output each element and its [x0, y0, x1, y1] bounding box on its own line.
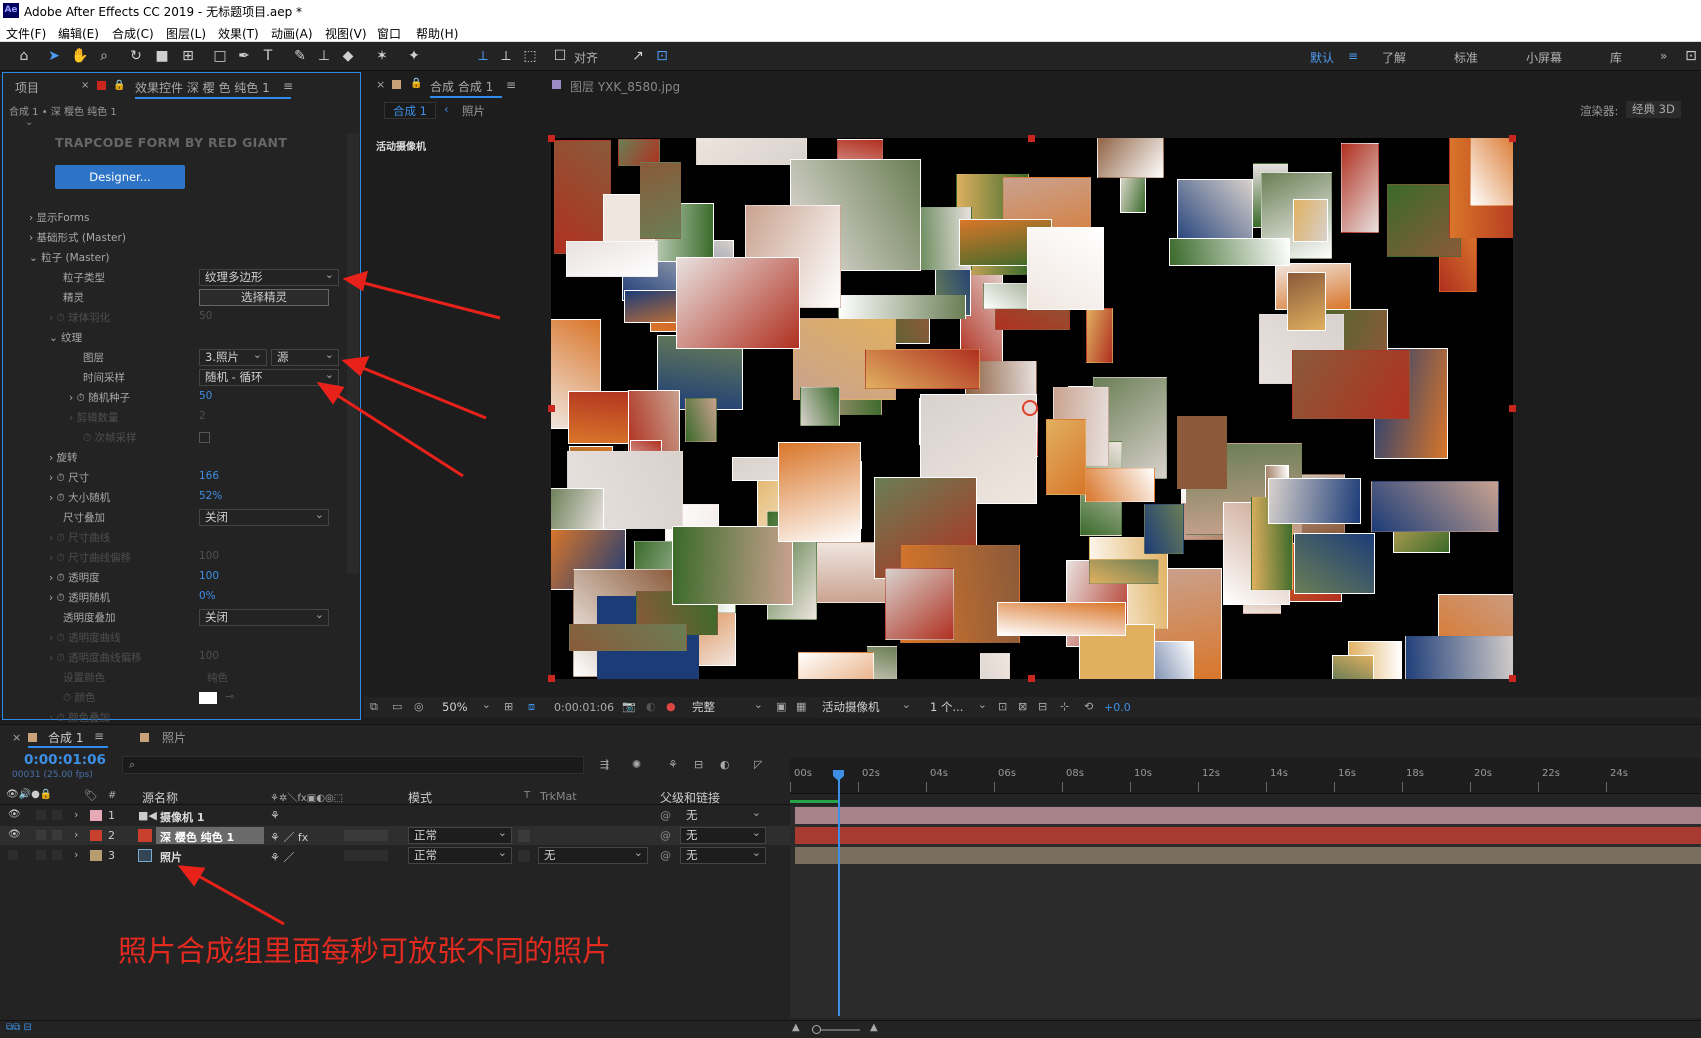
- annotation-text: 照片合成组里面每秒可放张不同的照片: [118, 934, 612, 968]
- arrow-head: [177, 865, 206, 887]
- arrow-head: [342, 270, 369, 292]
- arrow-head: [316, 381, 345, 405]
- arrow-head: [341, 356, 370, 377]
- annotation-arrows: [177, 270, 501, 926]
